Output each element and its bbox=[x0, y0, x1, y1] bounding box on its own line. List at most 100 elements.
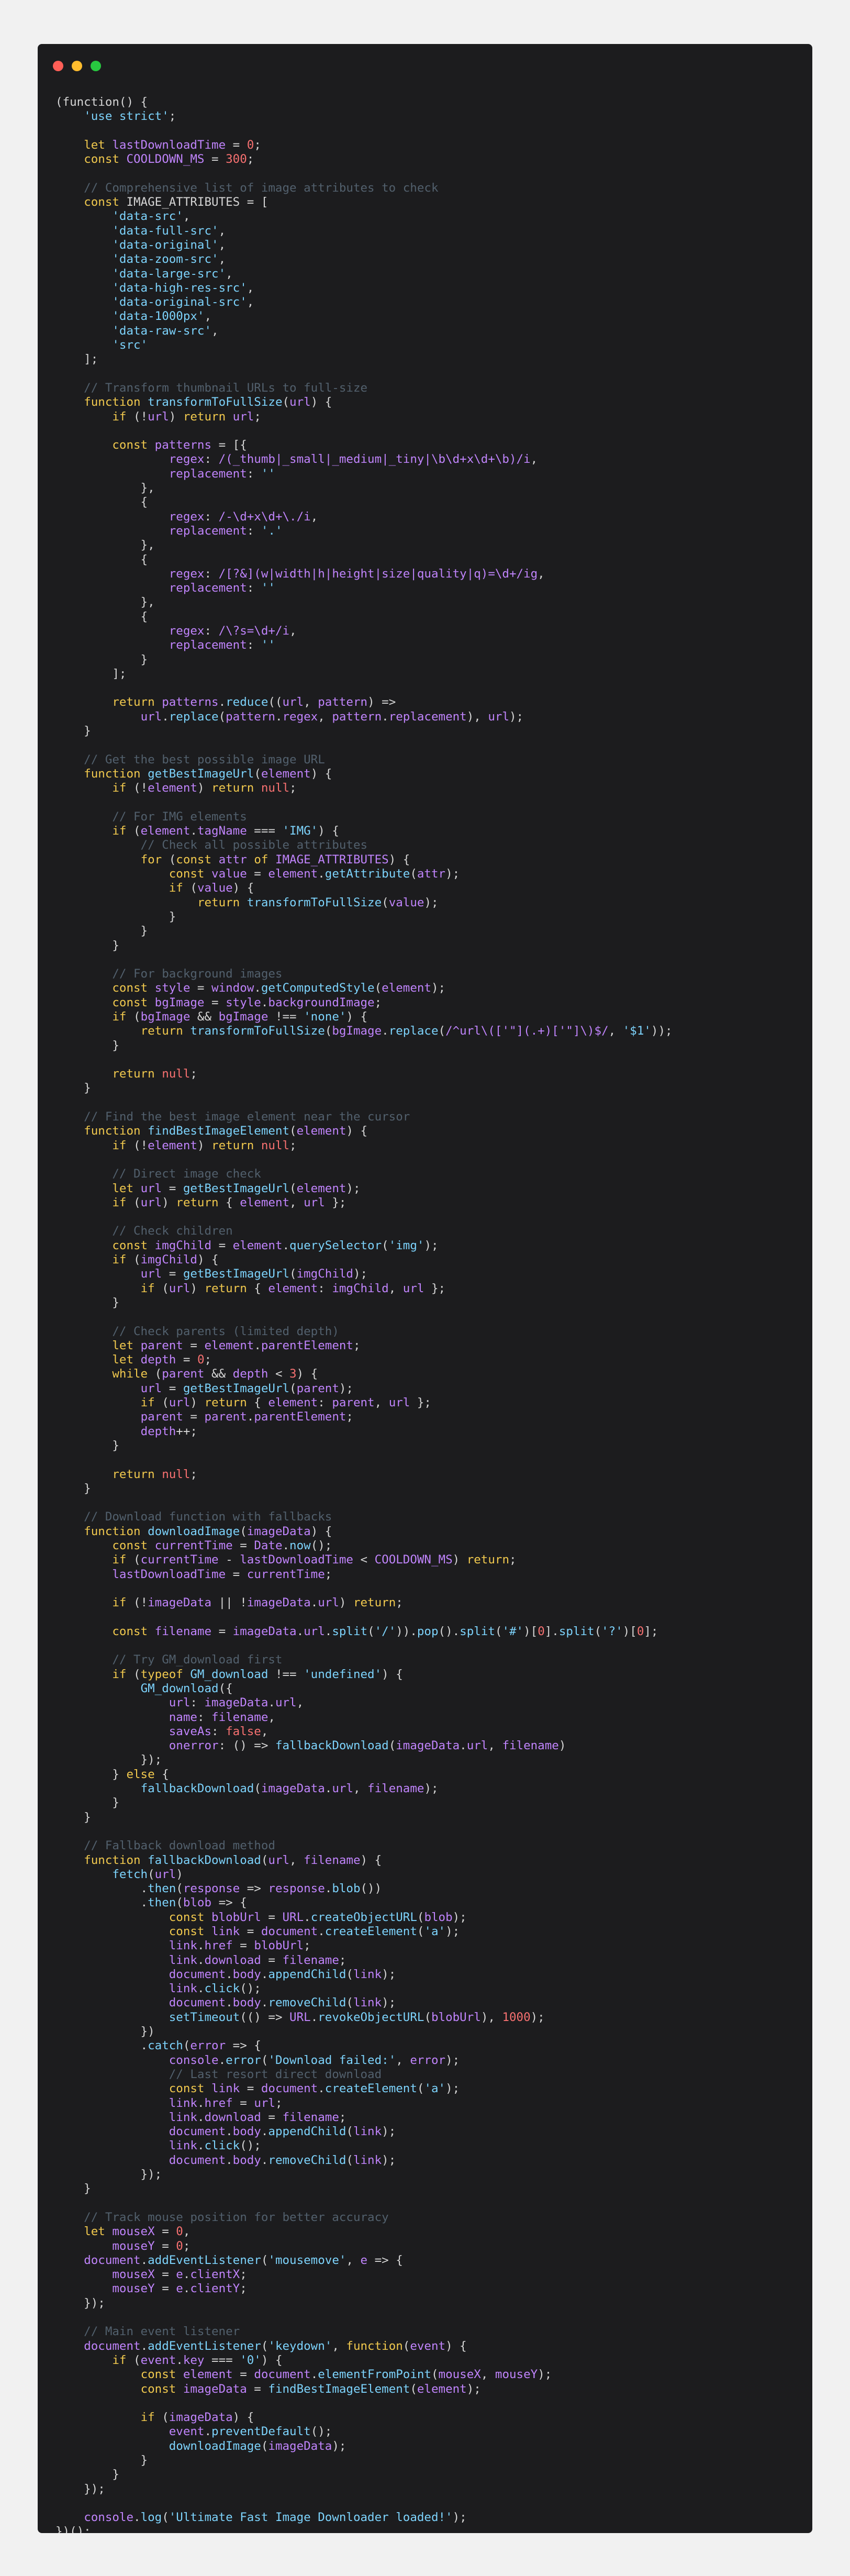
code-token-punct bbox=[55, 1968, 169, 1981]
code-token-keyword: return bbox=[176, 1195, 219, 1209]
code-line: if (bgImage && bgImage !== 'none') { bbox=[55, 1010, 673, 1024]
code-token-function-name: getAttribute bbox=[325, 867, 410, 881]
code-line: 'data-full-src', bbox=[55, 224, 673, 238]
close-window-button[interactable] bbox=[53, 61, 63, 71]
code-token-punct: ); bbox=[538, 2368, 552, 2382]
code-token-punct bbox=[55, 2382, 141, 2396]
code-token-punct: ) bbox=[162, 1195, 176, 1209]
zoom-window-button[interactable] bbox=[91, 61, 101, 71]
code-token-keyword: const bbox=[169, 2082, 205, 2096]
code-token-punct: ]; bbox=[55, 352, 98, 367]
code-token-punct: ; bbox=[204, 1353, 212, 1367]
code-token-keyword: function bbox=[84, 1524, 141, 1538]
code-token-identifier: clientY bbox=[190, 2282, 240, 2296]
code-token-identifier: imgChild bbox=[154, 1238, 212, 1252]
code-token-identifier: response bbox=[268, 1882, 325, 1896]
code-token-punct: )[ bbox=[523, 1624, 538, 1638]
code-line: return patterns.reduce((url, pattern) => bbox=[55, 695, 673, 709]
code-token-punct: , bbox=[346, 2253, 361, 2267]
code-token-identifier: imageData bbox=[204, 1696, 269, 1710]
code-line: if (typeof GM_download !== 'undefined') … bbox=[55, 1668, 673, 1682]
code-token-identifier: attr bbox=[218, 852, 247, 867]
code-token-punct bbox=[55, 767, 84, 781]
code-token-punct: . bbox=[261, 1996, 269, 2010]
code-token-punct bbox=[55, 1911, 169, 1924]
code-token-punct: IMAGE_ATTRIBUTES = [ bbox=[119, 195, 269, 209]
code-line: if (!imageData || !imageData.url) return… bbox=[55, 1596, 673, 1610]
code-token-punct bbox=[148, 1239, 155, 1252]
code-token-string: '0' bbox=[240, 2353, 261, 2367]
code-token-punct: ( bbox=[261, 2253, 269, 2267]
code-line: } bbox=[55, 924, 673, 938]
code-token-punct: . bbox=[197, 2096, 205, 2110]
code-token-punct: . bbox=[55, 2039, 148, 2053]
code-token-comment: // Comprehensive list of image attribute… bbox=[55, 181, 439, 195]
code-line: url = getBestImageUrl(parent); bbox=[55, 1382, 673, 1396]
code-token-punct: ( bbox=[176, 1896, 183, 1910]
code-token-punct: = bbox=[232, 1538, 254, 1552]
code-token-punct: ) { bbox=[261, 2353, 283, 2367]
code-token-punct bbox=[55, 1139, 112, 1152]
code-line: regex: /(_thumb|_small|_medium|_tiny|\b\… bbox=[55, 452, 673, 467]
code-token-punct: . bbox=[325, 1624, 332, 1638]
code-token-function-name: createObjectURL bbox=[310, 1910, 417, 1924]
code-token-punct: . bbox=[226, 1967, 233, 1981]
code-token-punct bbox=[254, 1139, 261, 1152]
code-token-punct: ; bbox=[289, 781, 297, 795]
code-token-function-name: addEventListener bbox=[148, 2339, 261, 2353]
code-token-keyword: const bbox=[140, 2382, 176, 2396]
code-token-string: 'data-src' bbox=[112, 209, 183, 224]
code-token-punct: ); bbox=[382, 1996, 396, 2010]
code-token-punct: ; bbox=[346, 1410, 353, 1424]
code-token-identifier: element bbox=[183, 2368, 233, 2382]
code-token-keyword: while bbox=[112, 1367, 148, 1381]
code-token-keyword: return bbox=[197, 895, 240, 909]
code-token-literal: null bbox=[162, 1067, 191, 1081]
code-token-punct: . bbox=[247, 1410, 254, 1424]
code-token-punct: ( bbox=[154, 1281, 169, 1295]
code-line: // Track mouse position for better accur… bbox=[55, 2211, 673, 2225]
code-token-punct bbox=[55, 1925, 169, 1938]
code-token-punct: ; bbox=[339, 1953, 346, 1967]
code-token-punct: !== bbox=[268, 1010, 304, 1024]
code-token-keyword: const bbox=[84, 195, 119, 209]
code-line: }) bbox=[55, 2025, 673, 2039]
code-line: 'data-zoom-src', bbox=[55, 252, 673, 267]
code-token-punct: ( bbox=[424, 2010, 431, 2024]
code-token-punct: < bbox=[353, 1553, 375, 1567]
code-token-punct: } bbox=[55, 1038, 119, 1052]
code-token-identifier: e bbox=[176, 2282, 183, 2296]
minimize-window-button[interactable] bbox=[72, 61, 82, 71]
code-token-keyword: const bbox=[112, 981, 148, 995]
code-token-function-name: fetch bbox=[112, 1867, 148, 1881]
code-token-identifier: bgImage bbox=[218, 1010, 269, 1024]
code-token-function-name: createElement bbox=[325, 2082, 417, 2096]
code-token-punct: . bbox=[204, 2425, 212, 2439]
code-token-identifier: onerror bbox=[169, 1739, 219, 1753]
code-line: { bbox=[55, 553, 673, 567]
code-token-punct bbox=[55, 581, 169, 595]
code-token-punct: . bbox=[162, 709, 169, 724]
code-token-identifier: lastDownloadTime bbox=[112, 1567, 226, 1581]
code-line: .then(response => response.blob()) bbox=[55, 1882, 673, 1896]
code-token-punct: ); bbox=[424, 1782, 439, 1796]
code-token-identifier: filename bbox=[367, 1782, 424, 1796]
code-line: const imageData = findBestImageElement(e… bbox=[55, 2382, 673, 2396]
code-token-punct bbox=[55, 896, 197, 909]
code-token-punct bbox=[55, 1339, 112, 1352]
code-line: onerror: () => fallbackDownload(imageDat… bbox=[55, 1739, 673, 1753]
code-token-comment: // Check all possible attributes bbox=[55, 838, 368, 852]
code-token-punct bbox=[55, 2268, 112, 2281]
code-token-identifier: document bbox=[261, 1925, 318, 1938]
code-token-punct bbox=[141, 395, 148, 409]
code-token-punct: . bbox=[226, 2125, 233, 2139]
code-token-punct bbox=[204, 867, 211, 881]
code-token-punct bbox=[55, 252, 112, 266]
code-token-punct: }, bbox=[55, 595, 155, 609]
code-token-keyword: function bbox=[84, 1853, 141, 1867]
code-token-identifier: blobUrl bbox=[211, 1910, 261, 1924]
code-line: // Main event listener bbox=[55, 2325, 673, 2339]
code-token-punct: . bbox=[190, 824, 197, 838]
code-token-function-name: removeChild bbox=[268, 1996, 346, 2010]
code-line: const imgChild = element.querySelector('… bbox=[55, 1239, 673, 1253]
